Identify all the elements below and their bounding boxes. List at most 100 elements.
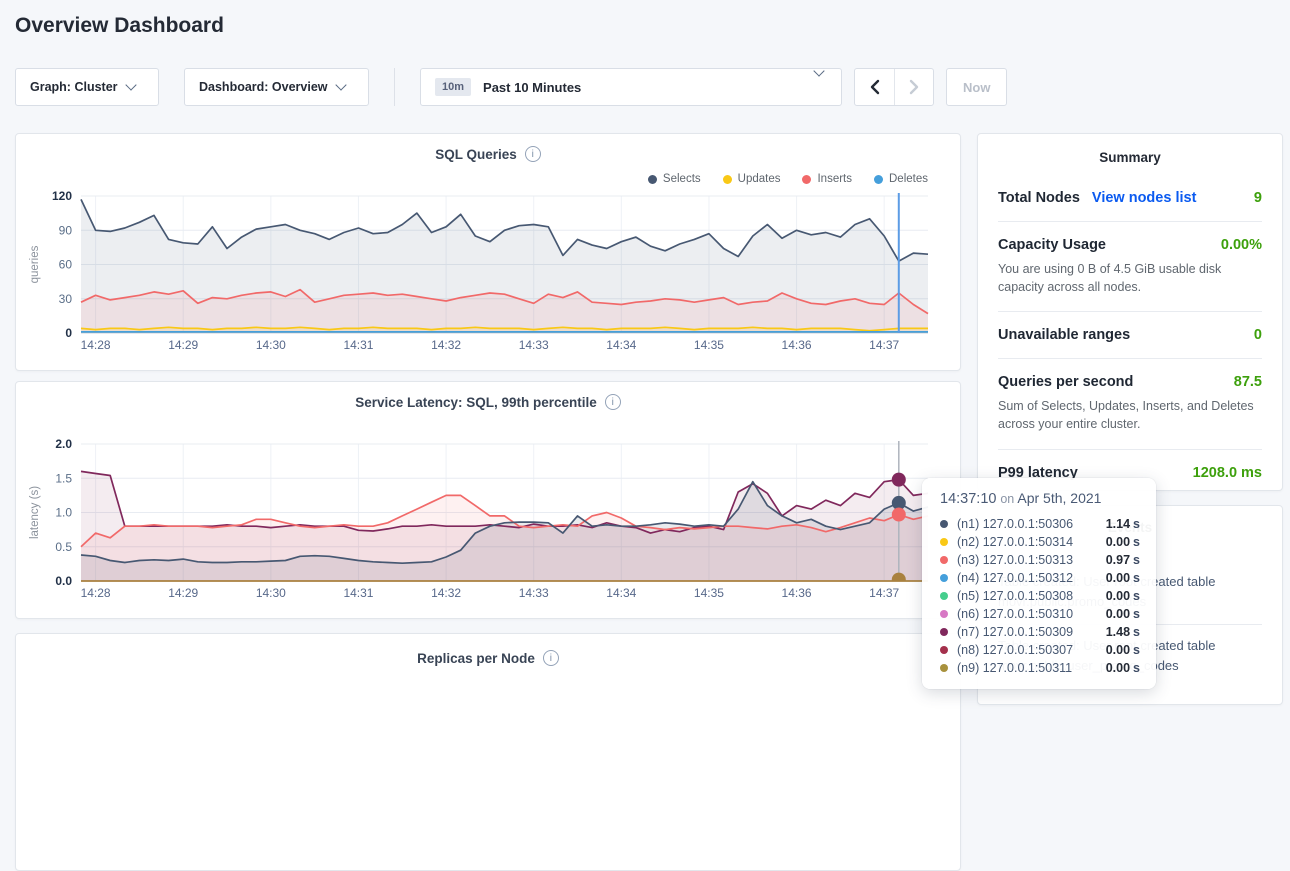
- time-range-dropdown[interactable]: 10m Past 10 Minutes: [420, 68, 842, 106]
- tooltip-node-value: 1.48: [1106, 625, 1130, 639]
- page-title: Overview Dashboard: [15, 14, 224, 38]
- summary-label: Capacity Usage: [998, 237, 1106, 253]
- graph-dropdown[interactable]: Graph: Cluster: [15, 68, 159, 106]
- toolbar-divider: [394, 68, 395, 106]
- tooltip-node-value: 1.14: [1106, 517, 1130, 531]
- chart-title: SQL Queries: [435, 147, 517, 162]
- legend-dot-icon: [802, 175, 811, 184]
- view-nodes-list-link[interactable]: View nodes list: [1092, 190, 1197, 206]
- summary-row-total-nodes: Total Nodes View nodes list 9: [998, 175, 1262, 222]
- series-color-dot-icon: [940, 520, 948, 528]
- legend-item-deletes[interactable]: Deletes: [874, 170, 928, 188]
- tooltip-timestamp: 14:37:10 on Apr 5th, 2021: [940, 490, 1140, 507]
- dashboard-dropdown[interactable]: Dashboard: Overview: [184, 68, 369, 106]
- tooltip-node-name: (n7) 127.0.0.1:50309: [957, 625, 1073, 639]
- tooltip-node-name: (n9) 127.0.0.1:50311: [957, 661, 1072, 675]
- replicas-chart-card: Replicas per Node: [15, 633, 961, 871]
- svg-text:120: 120: [52, 190, 72, 203]
- tooltip-unit: s: [1133, 517, 1140, 531]
- summary-row-qps: Queries per second 87.5 Sum of Selects, …: [998, 359, 1262, 449]
- tooltip-node-value: 0.00: [1106, 589, 1130, 603]
- tooltip-row: (n2) 127.0.0.1:50314 0.00s: [940, 533, 1140, 551]
- legend-item-inserts[interactable]: Inserts: [802, 170, 852, 188]
- time-range-label: Past 10 Minutes: [483, 80, 581, 95]
- tooltip-node-value: 0.00: [1106, 535, 1130, 549]
- tooltip-row: (n8) 127.0.0.1:50307 0.00s: [940, 641, 1140, 659]
- series-color-dot-icon: [940, 556, 948, 564]
- tooltip-unit: s: [1133, 643, 1140, 657]
- tooltip-unit: s: [1133, 571, 1140, 585]
- prev-range-button[interactable]: [855, 69, 894, 105]
- info-icon[interactable]: [543, 650, 559, 666]
- summary-description: Sum of Selects, Updates, Inserts, and De…: [998, 397, 1262, 433]
- svg-text:14:28: 14:28: [81, 586, 111, 600]
- legend-item-selects[interactable]: Selects: [648, 170, 701, 188]
- svg-text:14:29: 14:29: [168, 338, 198, 352]
- legend-dot-icon: [648, 175, 657, 184]
- service-latency-chart-card: Service Latency: SQL, 99th percentile 0.…: [15, 381, 961, 619]
- sql-queries-chart[interactable]: 030609012014:2814:2914:3014:3114:3214:33…: [16, 190, 960, 370]
- summary-title: Summary: [998, 150, 1262, 165]
- series-color-dot-icon: [940, 592, 948, 600]
- tooltip-unit: s: [1133, 553, 1140, 567]
- svg-text:1.0: 1.0: [55, 506, 72, 520]
- tooltip-node-name: (n6) 127.0.0.1:50310: [957, 607, 1073, 621]
- sql-queries-chart-card: SQL Queries Selects Updates Inserts Deletes…: [15, 133, 961, 371]
- svg-text:14:34: 14:34: [606, 586, 636, 600]
- svg-text:14:36: 14:36: [782, 338, 812, 352]
- svg-text:14:37: 14:37: [869, 338, 899, 352]
- summary-label: Unavailable ranges: [998, 327, 1130, 343]
- legend-label: Updates: [738, 173, 781, 185]
- tooltip-node-value: 0.00: [1106, 661, 1130, 675]
- legend-label: Deletes: [889, 173, 928, 185]
- svg-text:14:32: 14:32: [431, 338, 461, 352]
- svg-text:0.0: 0.0: [55, 574, 72, 588]
- series-color-dot-icon: [940, 610, 948, 618]
- next-range-button[interactable]: [894, 69, 933, 105]
- tooltip-node-name: (n1) 127.0.0.1:50306: [957, 517, 1073, 531]
- tooltip-rows: (n1) 127.0.0.1:503061.14s(n2) 127.0.0.1:…: [940, 515, 1140, 677]
- chart-title: Service Latency: SQL, 99th percentile: [355, 395, 597, 410]
- legend-item-updates[interactable]: Updates: [723, 170, 781, 188]
- summary-value: 0: [1254, 327, 1262, 343]
- svg-text:0.5: 0.5: [55, 540, 72, 554]
- tooltip-unit: s: [1133, 535, 1140, 549]
- tooltip-row: (n1) 127.0.0.1:50306 1.14s: [940, 515, 1140, 533]
- tooltip-row: (n5) 127.0.0.1:50308 0.00s: [940, 587, 1140, 605]
- summary-description: You are using 0 B of 4.5 GiB usable disk…: [998, 260, 1262, 296]
- svg-text:queries: queries: [29, 245, 41, 283]
- tooltip-unit: s: [1133, 625, 1140, 639]
- tooltip-row: (n7) 127.0.0.1:50309 1.48s: [940, 623, 1140, 641]
- tooltip-node-name: (n5) 127.0.0.1:50308: [957, 589, 1073, 603]
- tooltip-row: (n4) 127.0.0.1:503120.00s: [940, 569, 1140, 587]
- series-color-dot-icon: [940, 574, 948, 582]
- summary-value: 9: [1254, 190, 1262, 206]
- tooltip-node-value: 0.00: [1106, 643, 1130, 657]
- svg-text:14:30: 14:30: [256, 338, 286, 352]
- svg-text:14:31: 14:31: [343, 586, 373, 600]
- info-icon[interactable]: [605, 394, 621, 410]
- summary-value: 87.5: [1234, 374, 1262, 390]
- svg-text:14:36: 14:36: [782, 586, 812, 600]
- summary-row-capacity: Capacity Usage 0.00% You are using 0 B o…: [998, 222, 1262, 312]
- svg-text:14:35: 14:35: [694, 586, 724, 600]
- chart-hover-tooltip: 14:37:10 on Apr 5th, 2021 (n1) 127.0.0.1…: [922, 478, 1156, 689]
- tooltip-node-value: 0.00: [1106, 607, 1130, 621]
- tooltip-row: (n6) 127.0.0.1:503100.00s: [940, 605, 1140, 623]
- svg-text:60: 60: [59, 258, 73, 272]
- info-icon[interactable]: [525, 146, 541, 162]
- legend-label: Inserts: [817, 173, 852, 185]
- svg-text:14:34: 14:34: [606, 338, 636, 352]
- chevron-down-icon: [813, 65, 824, 76]
- series-color-dot-icon: [940, 646, 948, 654]
- svg-text:90: 90: [59, 223, 73, 237]
- time-range-badge: 10m: [435, 78, 471, 96]
- svg-text:30: 30: [59, 292, 73, 306]
- tooltip-unit: s: [1133, 589, 1140, 603]
- now-button[interactable]: Now: [946, 68, 1007, 106]
- toolbar: Graph: Cluster Dashboard: Overview 10m P…: [15, 68, 1007, 106]
- chevron-right-icon: [911, 81, 917, 93]
- service-latency-chart[interactable]: 0.00.51.01.52.014:2814:2914:3014:3114:32…: [16, 438, 960, 618]
- tooltip-node-name: (n8) 127.0.0.1:50307: [957, 643, 1073, 657]
- tooltip-node-name: (n2) 127.0.0.1:50314: [957, 535, 1073, 549]
